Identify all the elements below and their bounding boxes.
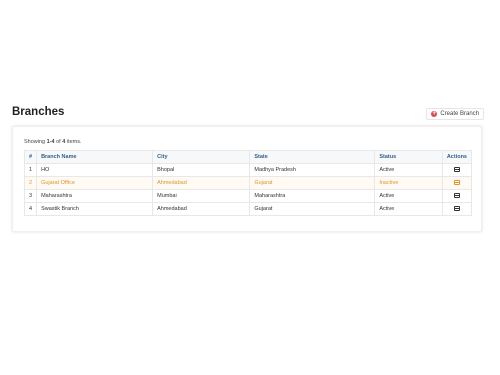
city-cell: Ahmedabad xyxy=(152,202,251,216)
state-cell: Gujarat xyxy=(249,202,376,216)
table-row: 3 Maharashtra Mumbai Maharashtra Active xyxy=(23,189,473,203)
status-cell: Active xyxy=(374,163,443,177)
table-row: 4 Swastik Branch Ahmedabad Gujarat Activ… xyxy=(23,202,473,216)
plus-circle-icon: + xyxy=(431,111,438,117)
create-branch-label: Create Branch xyxy=(440,111,479,117)
column-header-city[interactable]: City xyxy=(152,150,251,164)
state-cell: Madhya Pradesh xyxy=(249,163,376,177)
view-icon[interactable] xyxy=(453,193,460,199)
column-header-branch-name[interactable]: Branch Name xyxy=(36,150,154,164)
table-row: 1 HO Bhopal Madhya Pradesh Active xyxy=(23,163,473,177)
city-cell: Ahmedabad xyxy=(152,176,251,190)
column-header-status[interactable]: Status xyxy=(374,150,443,164)
status-cell: Active xyxy=(374,202,443,216)
column-header-actions: Actions xyxy=(441,150,473,164)
state-cell: Gujarat xyxy=(249,176,376,190)
status-cell: Active xyxy=(374,189,443,203)
branch-name-cell: Swastik Branch xyxy=(36,202,154,216)
actions-cell xyxy=(441,202,473,216)
column-header-number: # xyxy=(23,150,38,164)
row-number: 4 xyxy=(23,202,38,216)
row-number: 3 xyxy=(23,189,38,203)
create-branch-button[interactable]: + Create Branch xyxy=(426,108,484,120)
row-number: 2 xyxy=(23,176,38,190)
city-cell: Bhopal xyxy=(152,163,251,177)
page-title: Branches xyxy=(12,106,65,118)
column-header-state[interactable]: State xyxy=(249,150,376,164)
summary-suffix: items. xyxy=(65,139,82,145)
summary-text: Showing 1-4 of 4 items. xyxy=(24,139,82,145)
view-icon[interactable] xyxy=(453,206,460,212)
actions-cell xyxy=(441,189,473,203)
summary-range: 1-4 xyxy=(46,139,55,145)
branches-card: Showing 1-4 of 4 items. # Branch Name Ci… xyxy=(12,126,482,232)
table-row: 2 Gujarat Office Ahmedabad Gujarat Inact… xyxy=(23,176,473,190)
view-icon[interactable] xyxy=(453,167,460,173)
branches-table: # Branch Name City State Status Actions … xyxy=(23,150,473,216)
branch-name-cell: HO xyxy=(36,163,154,177)
status-cell: Inactive xyxy=(374,176,443,190)
branch-name-cell: Gujarat Office xyxy=(36,176,154,190)
actions-cell xyxy=(441,176,473,190)
view-icon[interactable] xyxy=(453,180,460,186)
table-header-row: # Branch Name City State Status Actions xyxy=(23,150,473,164)
row-number: 1 xyxy=(23,163,38,177)
summary-prefix: Showing xyxy=(24,139,47,145)
city-cell: Mumbai xyxy=(152,189,251,203)
state-cell: Maharashtra xyxy=(249,189,376,203)
actions-cell xyxy=(441,163,473,177)
branch-name-cell: Maharashtra xyxy=(36,189,154,203)
